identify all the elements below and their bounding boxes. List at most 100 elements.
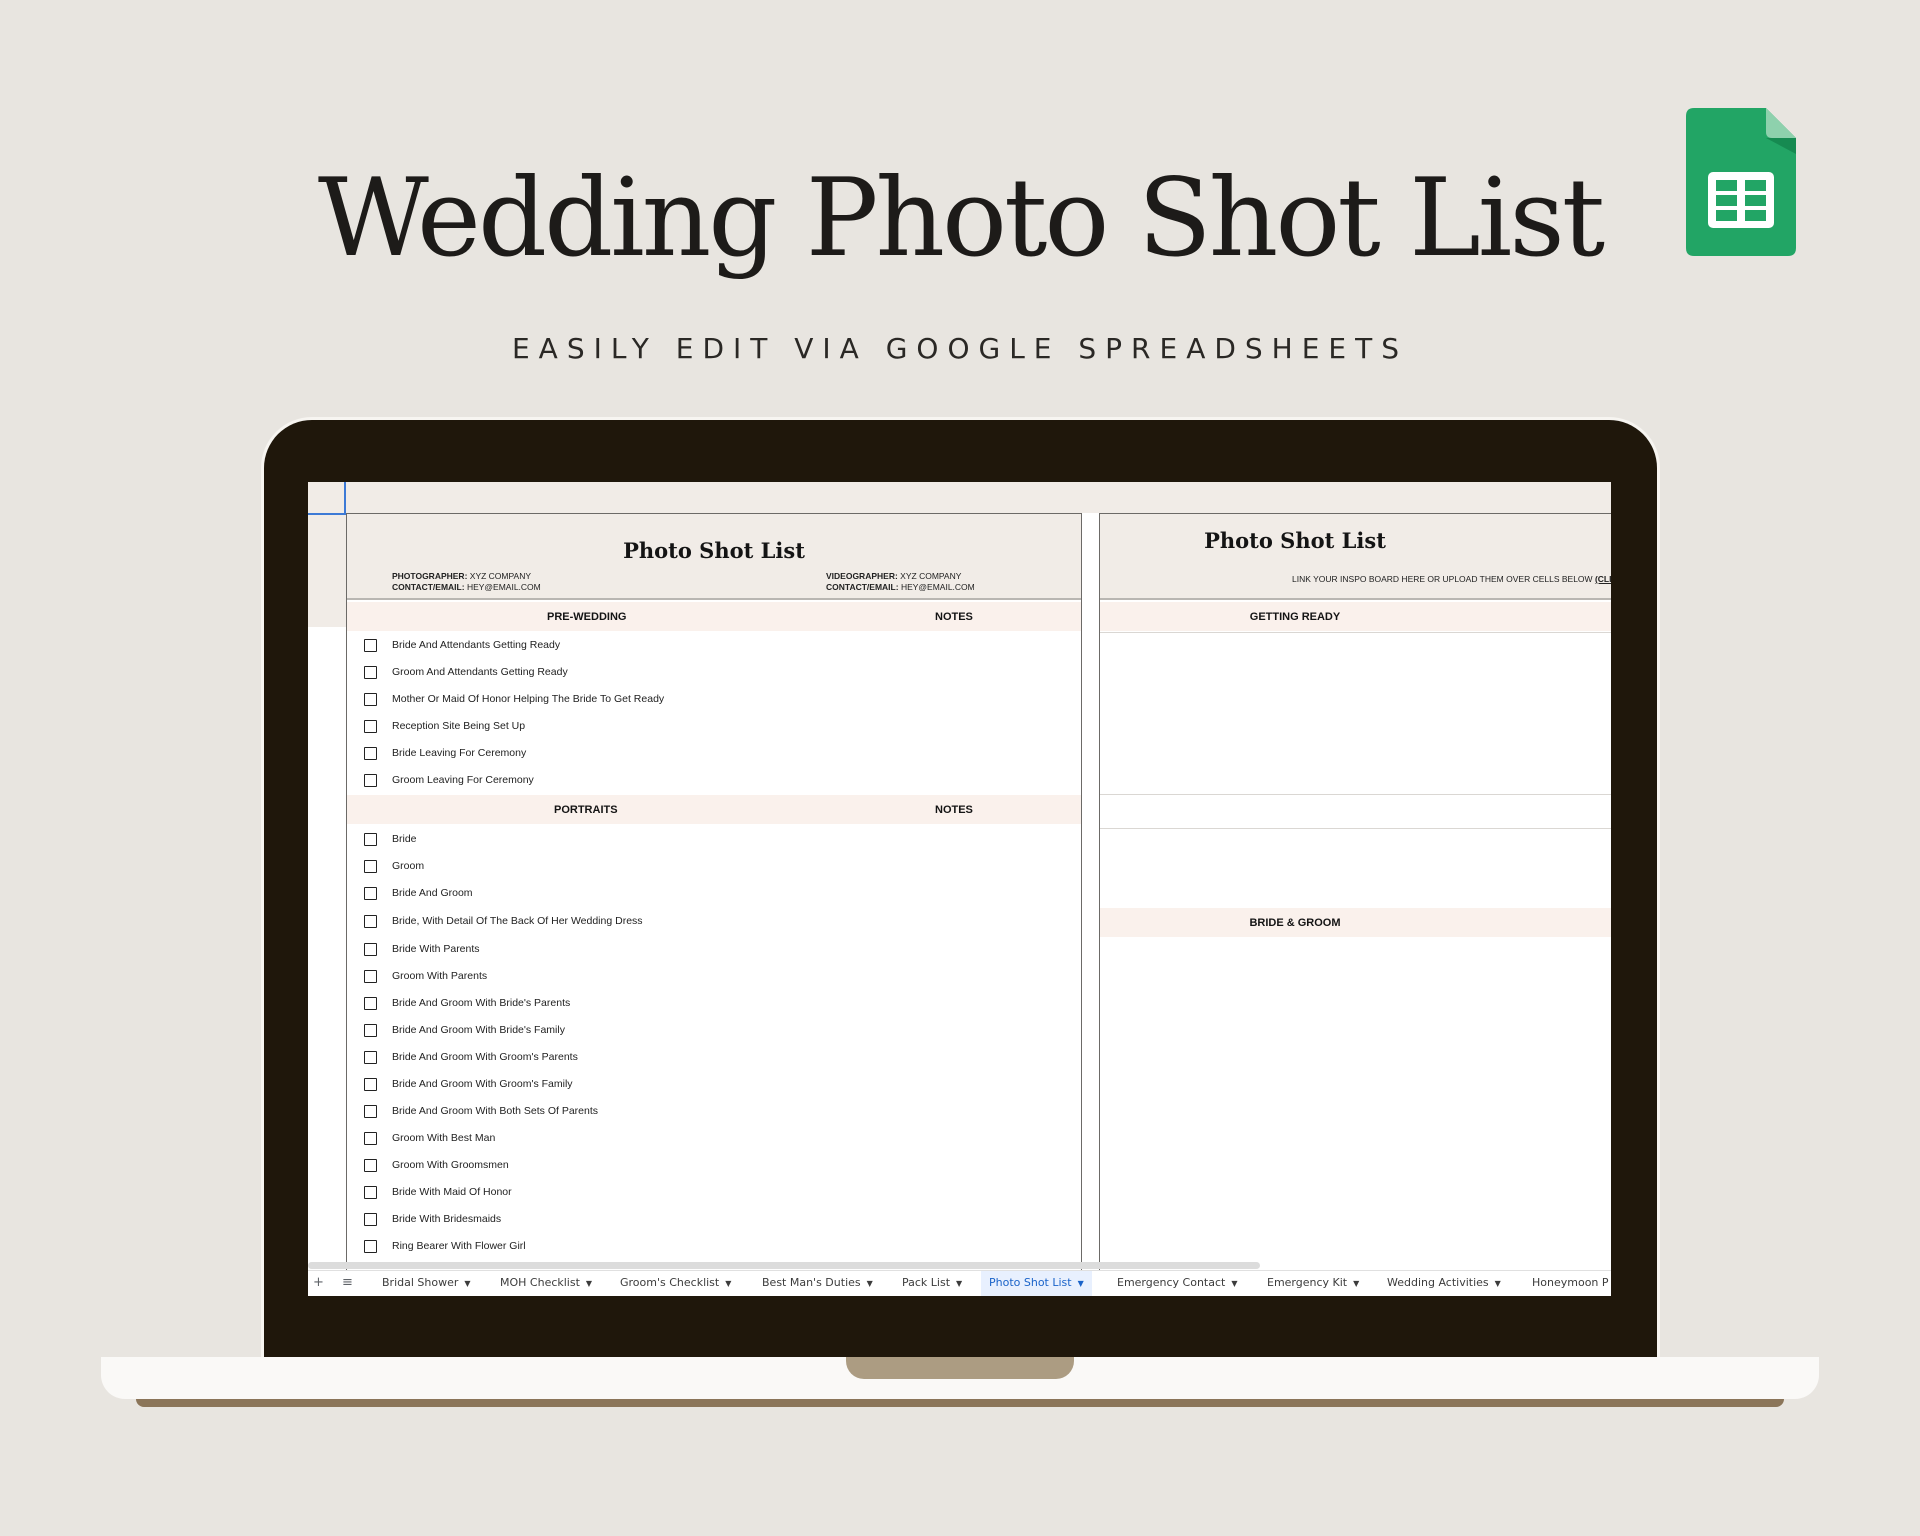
- checkbox[interactable]: [364, 1051, 377, 1064]
- list-item-label: Bride: [392, 833, 417, 845]
- list-item: Bride Leaving For Ceremony: [347, 740, 1077, 767]
- tab-wedding-activities[interactable]: Wedding Activities ▼: [1379, 1271, 1509, 1296]
- checkbox[interactable]: [364, 774, 377, 787]
- list-item: Bride, With Detail Of The Back Of Her We…: [347, 908, 1077, 935]
- instructions-link[interactable]: (CLICK: [1595, 574, 1611, 584]
- checkbox[interactable]: [364, 747, 377, 760]
- horizontal-scrollbar[interactable]: [308, 1262, 1260, 1269]
- chevron-down-icon: ▼: [1353, 1279, 1360, 1288]
- checkbox[interactable]: [364, 970, 377, 983]
- photographer-value[interactable]: XYZ COMPANY: [470, 571, 531, 581]
- tab-best-mans-duties[interactable]: Best Man's Duties ▼: [754, 1271, 881, 1296]
- videographer-info: VIDEOGRAPHER: XYZ COMPANY CONTACT/EMAIL:…: [826, 571, 975, 593]
- list-item: Groom And Attendants Getting Ready: [347, 659, 1077, 686]
- list-item-label: Bride With Maid Of Honor: [392, 1186, 512, 1198]
- tab-moh-checklist[interactable]: MOH Checklist ▼: [492, 1271, 600, 1296]
- section-label: PRE-WEDDING: [547, 611, 627, 623]
- list-item: Bride And Groom: [347, 880, 1077, 907]
- all-sheets-menu-icon[interactable]: ≡: [342, 1275, 353, 1290]
- list-item: Groom With Groomsmen: [347, 1152, 1077, 1179]
- sheet-tab-bar: + ≡ Bridal Shower ▼ MOH Checklist ▼ Groom'…: [308, 1270, 1611, 1296]
- checkbox[interactable]: [364, 1240, 377, 1253]
- list-item-label: Bride With Parents: [392, 943, 480, 955]
- tab-emergency-contact[interactable]: Emergency Contact ▼: [1109, 1271, 1246, 1296]
- inspo-instructions: LINK YOUR INSPO BOARD HERE OR UPLOAD THE…: [1292, 574, 1611, 584]
- photographer-info: PHOTOGRAPHER: XYZ COMPANY CONTACT/EMAIL:…: [392, 571, 541, 593]
- checkbox[interactable]: [364, 1024, 377, 1037]
- list-item-label: Mother Or Maid Of Honor Helping The Brid…: [392, 693, 665, 705]
- videographer-label: VIDEOGRAPHER:: [826, 571, 898, 581]
- tab-grooms-checklist[interactable]: Groom's Checklist ▼: [612, 1271, 739, 1296]
- checkbox[interactable]: [364, 915, 377, 928]
- instructions-text: LINK YOUR INSPO BOARD HERE OR UPLOAD THE…: [1292, 574, 1593, 584]
- section-header-getting-ready: GETTING READY: [1100, 602, 1611, 631]
- tab-emergency-kit[interactable]: Emergency Kit ▼: [1259, 1271, 1367, 1296]
- list-item-label: Bride And Attendants Getting Ready: [392, 639, 561, 651]
- checkbox[interactable]: [364, 1132, 377, 1145]
- chevron-down-icon: ▼: [956, 1279, 963, 1288]
- videographer-value[interactable]: XYZ COMPANY: [900, 571, 961, 581]
- tab-label: Bridal Shower: [382, 1276, 459, 1289]
- list-item-label: Reception Site Being Set Up: [392, 720, 526, 732]
- panel-header: Photo Shot List PHOTOGRAPHER: XYZ COMPAN…: [347, 514, 1081, 600]
- checkbox[interactable]: [364, 639, 377, 652]
- list-item: Bride And Groom With Bride's Family: [347, 1017, 1077, 1044]
- chevron-down-icon: ▼: [1494, 1279, 1501, 1288]
- list-item-label: Groom: [392, 860, 425, 872]
- list-item-label: Bride And Groom With Bride's Parents: [392, 997, 571, 1009]
- checkbox[interactable]: [364, 1105, 377, 1118]
- list-item-label: Groom With Groomsmen: [392, 1159, 509, 1171]
- checkbox[interactable]: [364, 720, 377, 733]
- frozen-column: [308, 513, 346, 627]
- hero-subtitle: EASILY EDIT VIA GOOGLE SPREADSHEETS: [511, 332, 1408, 365]
- list-item: Groom With Best Man: [347, 1125, 1077, 1152]
- list-item-label: Ring Bearer With Flower Girl: [392, 1240, 526, 1252]
- list-item: Bride With Parents: [347, 936, 1077, 963]
- spreadsheet-viewport: Photo Shot List PHOTOGRAPHER: XYZ COMPAN…: [308, 482, 1611, 1296]
- add-sheet-icon[interactable]: +: [313, 1275, 324, 1290]
- notes-label: NOTES: [935, 804, 973, 816]
- checkbox[interactable]: [364, 1078, 377, 1091]
- tab-honeymoon[interactable]: Honeymoon P: [1524, 1271, 1611, 1296]
- section-label: PORTRAITS: [554, 804, 618, 816]
- list-item: Bride And Groom With Both Sets Of Parent…: [347, 1098, 1077, 1125]
- checkbox[interactable]: [364, 1186, 377, 1199]
- list-item: Bride And Groom With Groom's Family: [347, 1071, 1077, 1098]
- tab-pack-list[interactable]: Pack List ▼: [894, 1271, 970, 1296]
- list-item-label: Bride And Groom With Bride's Family: [392, 1024, 565, 1036]
- list-item-label: Bride Leaving For Ceremony: [392, 747, 527, 759]
- checkbox[interactable]: [364, 1213, 377, 1226]
- tab-label: Wedding Activities: [1387, 1276, 1489, 1289]
- checkbox[interactable]: [364, 833, 377, 846]
- list-item: Bride And Groom With Bride's Parents: [347, 990, 1077, 1017]
- list-item: Mother Or Maid Of Honor Helping The Brid…: [347, 686, 1077, 713]
- chevron-down-icon: ▼: [866, 1279, 873, 1288]
- section-label: GETTING READY: [1249, 611, 1341, 623]
- checkbox[interactable]: [364, 887, 377, 900]
- list-item: Bride With Bridesmaids: [347, 1206, 1077, 1233]
- frozen-header-row: [308, 482, 1611, 513]
- chevron-down-icon: ▼: [1077, 1279, 1084, 1288]
- checkbox[interactable]: [364, 1159, 377, 1172]
- tab-photo-shot-list[interactable]: Photo Shot List ▼: [981, 1271, 1092, 1296]
- list-item: Groom With Parents: [347, 963, 1077, 990]
- tab-label: Pack List: [902, 1276, 951, 1289]
- list-item: Bride And Groom With Groom's Parents: [347, 1044, 1077, 1071]
- panel-header: Photo Shot List LINK YOUR INSPO BOARD HE…: [1100, 514, 1611, 600]
- checkbox[interactable]: [364, 943, 377, 956]
- tab-bridal-shower[interactable]: Bridal Shower ▼: [374, 1271, 479, 1296]
- checkbox[interactable]: [364, 693, 377, 706]
- list-item: Groom Leaving For Ceremony: [347, 767, 1077, 794]
- contact2-value[interactable]: HEY@EMAIL.COM: [901, 582, 975, 592]
- section-header-portraits: PORTRAITS NOTES: [347, 795, 1081, 824]
- checkbox[interactable]: [364, 860, 377, 873]
- list-item-label: Bride, With Detail Of The Back Of Her We…: [392, 915, 643, 927]
- checkbox[interactable]: [364, 666, 377, 679]
- hero-title: Wedding Photo Shot List: [317, 156, 1605, 281]
- chevron-down-icon: ▼: [464, 1279, 471, 1288]
- contact-value[interactable]: HEY@EMAIL.COM: [467, 582, 541, 592]
- list-item: Ring Bearer With Flower Girl: [347, 1233, 1077, 1260]
- checkbox[interactable]: [364, 997, 377, 1010]
- chevron-down-icon: ▼: [1231, 1279, 1238, 1288]
- laptop-notch: [846, 1357, 1074, 1379]
